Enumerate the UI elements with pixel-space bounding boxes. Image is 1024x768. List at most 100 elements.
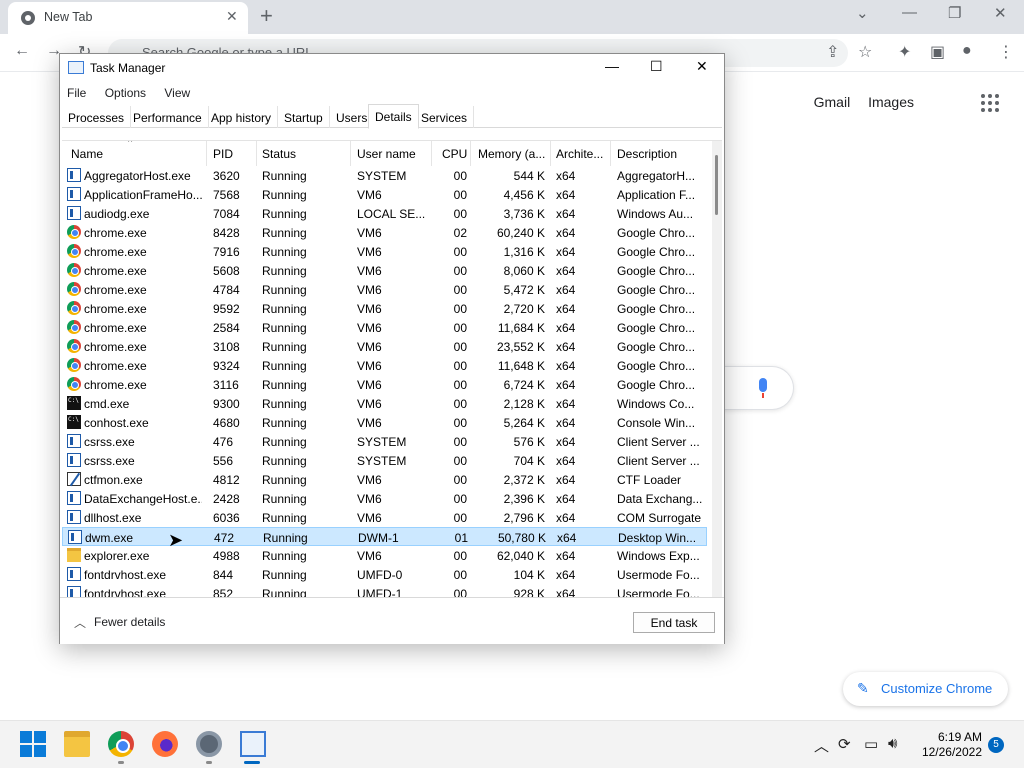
- table-row[interactable]: fontdrvhost.exe 852 Running UMFD-1 00 928 K x6…: [62, 584, 707, 597]
- cell-desc: Client Server ...: [617, 454, 700, 468]
- table-row[interactable]: csrss.exe 476 Running SYSTEM 00 576 K x64 Clien…: [62, 432, 707, 451]
- cell-name: ctfmon.exe: [84, 473, 143, 487]
- column-status[interactable]: Status: [262, 147, 296, 167]
- side-panel-icon[interactable]: ▣: [930, 42, 945, 62]
- cell-desc: Google Chro...: [617, 226, 696, 240]
- table-row[interactable]: audiodg.exe 7084 Running LOCAL SE... 00 3,736…: [62, 204, 707, 223]
- cell-cpu: 00: [453, 454, 467, 468]
- bookmark-star-icon[interactable]: ☆: [858, 42, 872, 62]
- column-pid[interactable]: PID: [213, 147, 233, 167]
- share-icon[interactable]: ⇪: [826, 42, 839, 62]
- close-icon[interactable]: ✕: [994, 4, 1007, 22]
- cell-user: VM6: [357, 302, 382, 316]
- tab-services[interactable]: Services: [415, 106, 475, 128]
- column-name[interactable]: Name: [71, 147, 103, 167]
- table-row[interactable]: DataExchangeHost.e... 2428 Running VM6 00 2,3…: [62, 489, 707, 508]
- cell-arch: x64: [556, 378, 576, 392]
- cell-mem: 50,780 K: [497, 531, 546, 545]
- cell-pid: 6036: [213, 511, 240, 525]
- cell-name: dwm.exe: [85, 531, 134, 545]
- cell-mem: 1,316 K: [503, 245, 545, 259]
- images-link[interactable]: Images: [868, 94, 914, 110]
- google-apps-icon[interactable]: [981, 94, 999, 112]
- menu-view[interactable]: View: [164, 86, 190, 100]
- notification-badge[interactable]: 5: [988, 737, 1004, 753]
- restore-icon[interactable]: ❐: [948, 4, 961, 22]
- tab-details[interactable]: Details: [368, 104, 419, 129]
- table-row[interactable]: chrome.exe 3108 Running VM6 00 23,552 K x64 Goo…: [62, 337, 707, 356]
- cell-arch: x64: [556, 587, 576, 597]
- cell-arch: x64: [556, 549, 576, 563]
- column-description[interactable]: Description: [617, 147, 677, 167]
- cell-cpu: 02: [453, 226, 467, 240]
- table-row[interactable]: dwm.exe 472 Running DWM-1 01 50,780 K x64 Deskt…: [62, 527, 707, 546]
- table-row[interactable]: cmd.exe 9300 Running VM6 00 2,128 K x64 Windows…: [62, 394, 707, 413]
- tab-startup[interactable]: Startup: [278, 106, 330, 128]
- task-manager-taskbar-icon[interactable]: [240, 731, 266, 757]
- column-user-name[interactable]: User name: [357, 147, 416, 167]
- table-row[interactable]: ApplicationFrameHo... 7568 Running VM6 00 4,4…: [62, 185, 707, 204]
- gmail-link[interactable]: Gmail: [814, 94, 851, 110]
- table-row[interactable]: chrome.exe 9324 Running VM6 00 11,648 K x64 Goo…: [62, 356, 707, 375]
- table-row[interactable]: chrome.exe 5608 Running VM6 00 8,060 K x64 Goog…: [62, 261, 707, 280]
- table-row[interactable]: chrome.exe 7916 Running VM6 00 1,316 K x64 Goog…: [62, 242, 707, 261]
- end-task-button[interactable]: End task: [633, 612, 715, 633]
- table-row[interactable]: fontdrvhost.exe 844 Running UMFD-0 00 104 K x6…: [62, 565, 707, 584]
- minimize-icon[interactable]: —: [902, 4, 917, 21]
- table-row[interactable]: dllhost.exe 6036 Running VM6 00 2,796 K x64 COM…: [62, 508, 707, 527]
- settings-gear-icon[interactable]: [196, 731, 222, 757]
- tab-new-tab[interactable]: New Tab ✕: [8, 2, 248, 34]
- table-row[interactable]: chrome.exe 4784 Running VM6 00 5,472 K x64 Goog…: [62, 280, 707, 299]
- customize-chrome-button[interactable]: ✎ Customize Chrome: [843, 672, 1008, 706]
- scrollbar-thumb[interactable]: [715, 155, 718, 215]
- table-row[interactable]: ctfmon.exe 4812 Running VM6 00 2,372 K x64 CTF …: [62, 470, 707, 489]
- volume-icon[interactable]: 🔊︎: [888, 735, 897, 752]
- cell-name: audiodg.exe: [84, 207, 150, 221]
- tm-maximize-icon[interactable]: ☐: [650, 58, 663, 75]
- tab-app-history[interactable]: App history: [205, 106, 279, 128]
- cell-arch: x64: [556, 359, 576, 373]
- tab-close-icon[interactable]: ✕: [226, 8, 238, 25]
- file-explorer-icon[interactable]: [64, 731, 90, 757]
- sync-icon[interactable]: ⟳: [838, 735, 851, 753]
- firefox-icon[interactable]: [152, 731, 178, 757]
- table-row[interactable]: chrome.exe 2584 Running VM6 00 11,684 K x64 Goo…: [62, 318, 707, 337]
- column-cpu[interactable]: CPU: [442, 147, 467, 167]
- microphone-icon[interactable]: [759, 378, 767, 392]
- tab-processes[interactable]: Processes: [62, 106, 132, 128]
- table-row[interactable]: AggregatorHost.exe 3620 Running SYSTEM 00 544…: [62, 166, 707, 185]
- table-row[interactable]: explorer.exe 4988 Running VM6 00 62,040 K x64 W…: [62, 546, 707, 565]
- tab-search-icon[interactable]: ⌄: [856, 4, 869, 22]
- show-hidden-icons-icon[interactable]: ︿: [814, 735, 829, 756]
- cell-user: VM6: [357, 283, 382, 297]
- chrome-titlebar: New Tab ✕ + ⌄ — ❐ ✕: [0, 0, 1024, 34]
- vertical-scrollbar[interactable]: [712, 141, 722, 597]
- microphone-stand-icon: [762, 393, 764, 398]
- network-icon[interactable]: ▭: [864, 735, 878, 753]
- start-button[interactable]: [20, 731, 46, 757]
- menu-options[interactable]: Options: [105, 86, 146, 100]
- clock[interactable]: 6:19 AM 12/26/2022: [918, 730, 982, 760]
- table-row[interactable]: chrome.exe 9592 Running VM6 00 2,720 K x64 Goog…: [62, 299, 707, 318]
- cell-mem: 544 K: [513, 169, 545, 183]
- tm-close-icon[interactable]: ✕: [696, 58, 708, 75]
- cell-status: Running: [262, 416, 307, 430]
- cell-desc: Google Chro...: [617, 359, 696, 373]
- chrome-menu-icon[interactable]: ⋮: [998, 42, 1014, 62]
- column-architecture[interactable]: Archite...: [556, 147, 603, 167]
- tab-performance[interactable]: Performance: [127, 106, 209, 128]
- menu-file[interactable]: File: [67, 86, 86, 100]
- profile-avatar-icon[interactable]: ●: [962, 42, 972, 60]
- tm-minimize-icon[interactable]: —: [605, 58, 619, 74]
- back-icon[interactable]: ←: [14, 42, 30, 60]
- extensions-icon[interactable]: ✦: [898, 42, 911, 62]
- column-memory[interactable]: Memory (a...: [478, 147, 545, 167]
- table-row[interactable]: conhost.exe 4680 Running VM6 00 5,264 K x64 Con…: [62, 413, 707, 432]
- table-row[interactable]: chrome.exe 8428 Running VM6 02 60,240 K x64 Goo…: [62, 223, 707, 242]
- chrome-taskbar-icon[interactable]: [108, 731, 134, 757]
- cell-mem: 2,796 K: [503, 511, 545, 525]
- new-tab-icon[interactable]: +: [260, 3, 273, 29]
- table-row[interactable]: csrss.exe 556 Running SYSTEM 00 704 K x64 Clien…: [62, 451, 707, 470]
- cell-cpu: 00: [453, 283, 467, 297]
- table-row[interactable]: chrome.exe 3116 Running VM6 00 6,724 K x64 Goog…: [62, 375, 707, 394]
